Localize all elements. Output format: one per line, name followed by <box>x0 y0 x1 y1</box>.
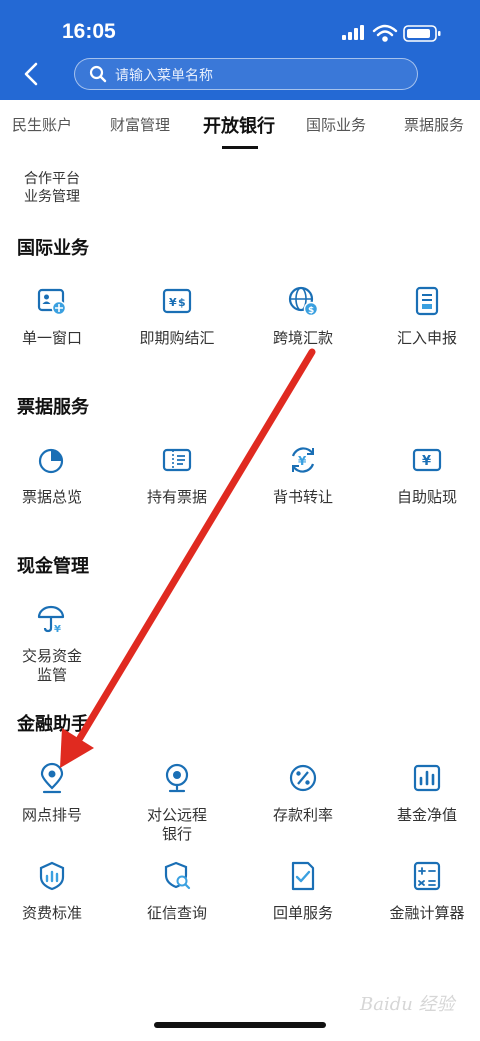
svg-text:¥: ¥ <box>422 454 431 469</box>
yen-card-icon: ¥ <box>412 448 442 472</box>
receipt-service-label: 回单服务 <box>272 904 333 922</box>
tab-minsheng-account[interactable]: 民生账户 <box>12 114 72 135</box>
endorsement-transfer-label: 背书转让 <box>272 488 333 506</box>
remote-banking-label: 对公远程 银行 <box>122 806 232 844</box>
header-bar: 16:05 请输入菜单名称 <box>0 0 480 100</box>
fund-nav-label: 基金净值 <box>396 806 457 824</box>
inward-declaration-item[interactable]: 汇入申报 <box>372 285 480 348</box>
percent-icon <box>289 764 317 792</box>
location-pin-icon <box>40 762 64 794</box>
tab-wealth[interactable]: 财富管理 <box>110 114 170 135</box>
branch-queue-label: 网点排号 <box>21 806 82 824</box>
section-title-bills: 票据服务 <box>17 397 89 418</box>
shield-search-icon <box>164 861 191 890</box>
search-placeholder: 请输入菜单名称 <box>115 68 213 84</box>
tab-international[interactable]: 国际业务 <box>306 114 366 135</box>
remote-banking-line2: 银行 <box>161 825 192 843</box>
receipt-service-item[interactable]: 回单服务 <box>248 860 358 923</box>
spot-fx-label: 即期购结汇 <box>139 329 215 347</box>
credit-inquiry-label: 征信查询 <box>146 904 207 922</box>
cross-border-remittance-label: 跨境汇款 <box>272 329 333 347</box>
section-title-international: 国际业务 <box>17 238 89 259</box>
self-discount-item[interactable]: ¥ 自助贴现 <box>372 444 480 507</box>
partner-platform-item[interactable]: 合作平台 业务管理 <box>10 170 94 206</box>
fund-supervision-line2: 监管 <box>36 666 67 684</box>
id-card-icon <box>37 288 67 316</box>
search-input[interactable]: 请输入菜单名称 <box>74 58 418 90</box>
remote-banking-item[interactable]: 对公远程 银行 <box>122 762 232 844</box>
pie-chart-icon <box>38 448 64 474</box>
svg-text:¥: ¥ <box>298 454 307 468</box>
category-tabs: 民生账户 财富管理 开放银行 国际业务 票据服务 <box>0 100 480 156</box>
cross-border-remittance-item[interactable]: $ 跨境汇款 <box>248 285 358 348</box>
bill-overview-item[interactable]: 票据总览 <box>0 444 107 507</box>
shield-chart-icon <box>39 861 65 891</box>
tab-bills[interactable]: 票据服务 <box>404 114 464 135</box>
remote-banking-line1: 对公远程 <box>146 806 207 824</box>
fund-supervision-label: 交易资金 监管 <box>0 647 107 685</box>
inward-declaration-label: 汇入申报 <box>396 329 457 347</box>
yen-transfer-icon: ¥ <box>291 447 315 473</box>
baidu-watermark: Baidu 经验 <box>360 994 455 1015</box>
umbrella-yen-icon: ¥ <box>37 605 65 635</box>
svg-text:¥: ¥ <box>54 624 61 635</box>
section-title-finance-assistant: 金融助手 <box>17 714 89 735</box>
branch-queue-item[interactable]: 网点排号 <box>0 762 107 825</box>
webcam-icon <box>165 763 189 793</box>
search-icon <box>89 65 107 83</box>
active-tab-indicator <box>222 146 258 149</box>
document-icon <box>415 286 439 316</box>
partner-platform-line2: 业务管理 <box>24 189 80 205</box>
deposit-rate-item[interactable]: 存款利率 <box>248 762 358 825</box>
single-window-item[interactable]: 单一窗口 <box>0 285 107 348</box>
deposit-rate-label: 存款利率 <box>272 806 333 824</box>
back-chevron-icon[interactable] <box>18 60 46 88</box>
battery-icon <box>403 25 441 42</box>
calculator-label: 金融计算器 <box>389 904 465 922</box>
signal-icon <box>342 25 364 40</box>
tab-open-banking[interactable]: 开放银行 <box>203 112 275 138</box>
svg-text:$: $ <box>178 296 186 309</box>
endorsement-transfer-item[interactable]: ¥ 背书转让 <box>248 444 358 507</box>
bill-overview-label: 票据总览 <box>21 488 82 506</box>
section-title-cash: 现金管理 <box>17 556 89 577</box>
bill-icon <box>162 448 192 472</box>
fee-standard-label: 资费标准 <box>21 904 82 922</box>
spot-fx-item[interactable]: ¥ $ 即期购结汇 <box>122 285 232 348</box>
held-bills-item[interactable]: 持有票据 <box>122 444 232 507</box>
status-time: 16:05 <box>62 20 116 43</box>
globe-dollar-icon: $ <box>288 286 319 317</box>
self-discount-label: 自助贴现 <box>396 488 457 506</box>
fund-nav-item[interactable]: 基金净值 <box>372 762 480 825</box>
credit-inquiry-item[interactable]: 征信查询 <box>122 860 232 923</box>
fund-supervision-line1: 交易资金 <box>21 647 82 665</box>
svg-text:$: $ <box>308 306 314 316</box>
calculator-icon <box>413 861 441 891</box>
partner-platform-line1: 合作平台 <box>24 171 80 187</box>
fund-supervision-item[interactable]: ¥ 交易资金 监管 <box>0 603 107 685</box>
single-window-label: 单一窗口 <box>21 329 82 347</box>
fee-standard-item[interactable]: 资费标准 <box>0 860 107 923</box>
status-icons <box>342 24 441 42</box>
home-indicator <box>154 1022 326 1028</box>
svg-text:¥: ¥ <box>169 296 177 309</box>
calculator-item[interactable]: 金融计算器 <box>372 860 480 923</box>
held-bills-label: 持有票据 <box>146 488 207 506</box>
receipt-check-icon <box>291 861 315 891</box>
currency-exchange-icon: ¥ $ <box>162 288 192 314</box>
wifi-icon <box>372 24 398 42</box>
bar-chart-icon <box>413 764 441 792</box>
